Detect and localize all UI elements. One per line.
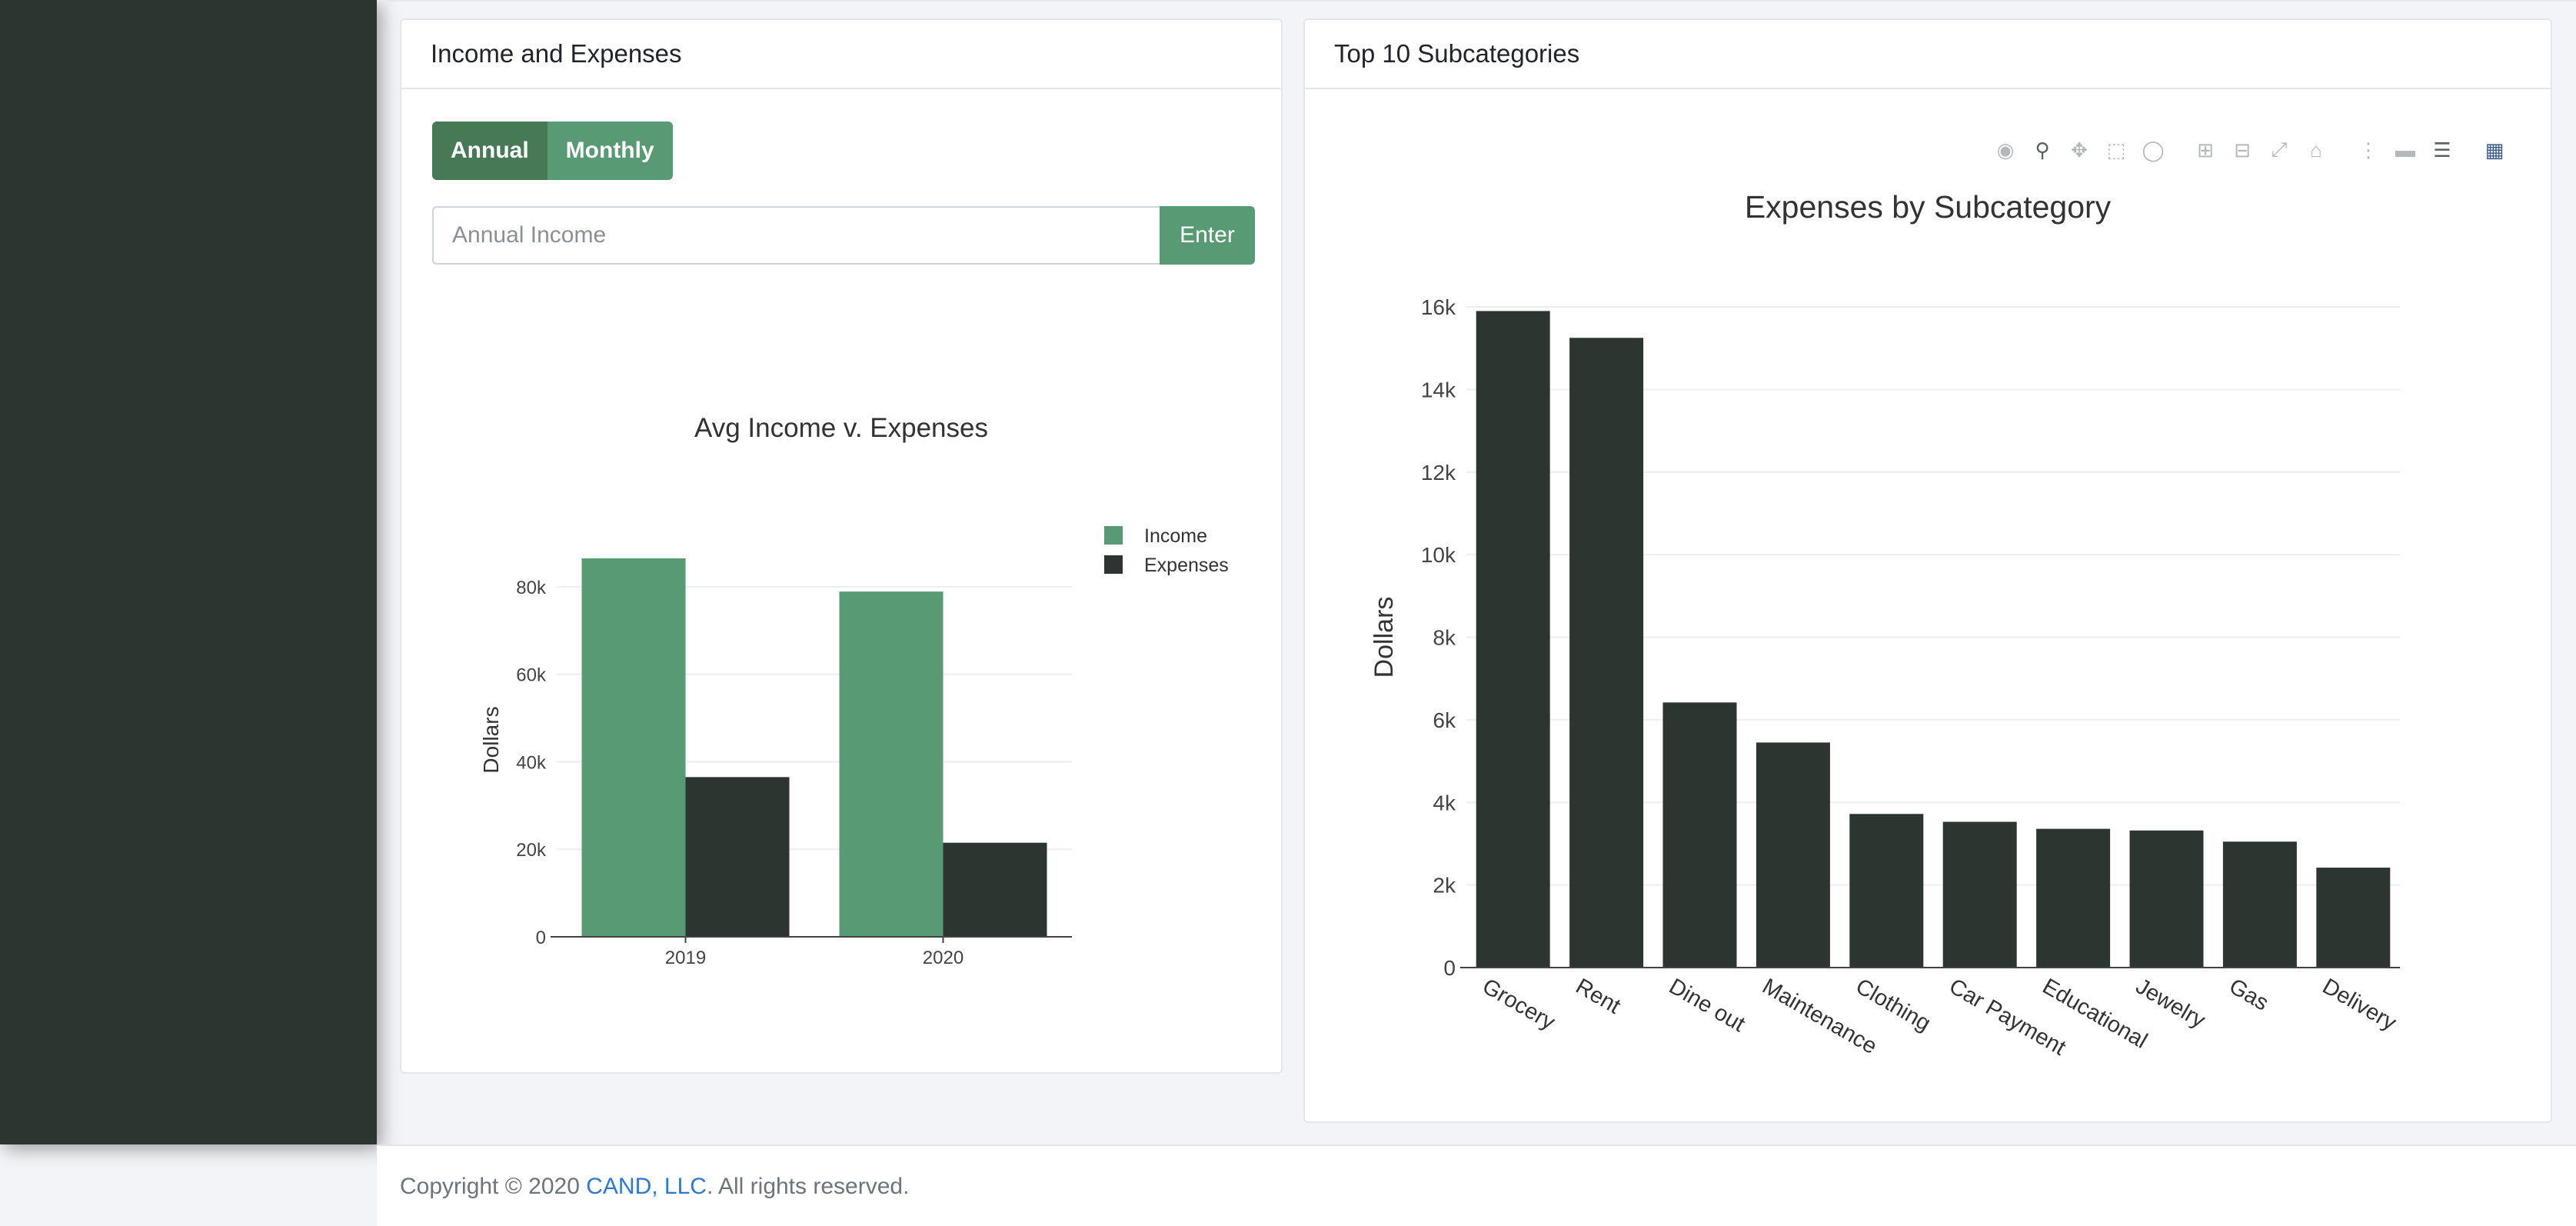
- hover-closest-icon[interactable]: ▬: [2391, 135, 2420, 165]
- income-expenses-card: Income and Expenses Annual Monthly Enter…: [400, 18, 1283, 1074]
- bar-subcategory: [2222, 841, 2297, 968]
- period-toggle: Annual Monthly: [432, 122, 673, 180]
- income-input-group: Enter: [432, 206, 1255, 265]
- y-tick-label: 4k: [1433, 791, 1456, 815]
- bar-subcategory: [2316, 868, 2391, 968]
- camera-icon[interactable]: ◉: [1991, 135, 2020, 165]
- company-link[interactable]: CAND, LLC: [586, 1174, 707, 1199]
- x-tick-label: Gas: [2225, 974, 2272, 1015]
- bar-subcategory: [2036, 828, 2111, 968]
- bar-subcategory: [1569, 338, 1644, 968]
- x-tick-label: Grocery: [1478, 974, 1559, 1035]
- modebar-gap: [2465, 135, 2472, 165]
- hover-compare-icon[interactable]: ☰: [2428, 135, 2457, 165]
- y-tick-label: 8k: [1433, 626, 1456, 650]
- enter-button[interactable]: Enter: [1160, 206, 1255, 265]
- x-tick-label: Rent: [1572, 974, 1625, 1018]
- y-tick-label: 16k: [1421, 295, 1456, 319]
- top-subcategories-card: Top 10 Subcategories ◉ ⚲ ✥ ⬚ ◯ ⊞ ⊟ ⤢ ⌂ ⋮…: [1303, 18, 2552, 1123]
- x-tick-label: Jewelry: [2132, 974, 2210, 1033]
- y-tick-label: 12k: [1421, 461, 1456, 485]
- zoom-icon[interactable]: ⚲: [2028, 135, 2057, 165]
- legend-swatch: [1104, 526, 1123, 545]
- chart-title: Expenses by Subcategory: [1745, 189, 2112, 225]
- y-tick-label: 2k: [1433, 874, 1456, 898]
- box-select-icon[interactable]: ⬚: [2102, 135, 2131, 165]
- copyright-suffix: . All rights reserved.: [706, 1174, 910, 1199]
- y-tick-label: 40k: [516, 752, 547, 773]
- chart-title: Avg Income v. Expenses: [694, 413, 988, 443]
- sidebar: [0, 0, 377, 1144]
- bar-subcategory: [1756, 742, 1830, 968]
- top-divider: [377, 0, 2576, 2]
- plotly-logo-icon[interactable]: ▦: [2480, 135, 2509, 165]
- modebar-gap: [2338, 135, 2346, 165]
- copyright-prefix: Copyright © 2020: [400, 1174, 587, 1199]
- y-tick-label: 60k: [516, 665, 547, 686]
- y-tick-label: 0: [1443, 956, 1456, 980]
- x-tick-label: 2019: [665, 948, 706, 968]
- copyright-text: Copyright © 2020 CAND, LLC. All rights r…: [400, 1174, 909, 1200]
- bar-subcategory: [2129, 830, 2204, 968]
- spike-lines-icon[interactable]: ⋮: [2354, 135, 2383, 165]
- footer: Copyright © 2020 CAND, LLC. All rights r…: [377, 1146, 2576, 1226]
- bar-income: [839, 591, 944, 937]
- annual-income-input[interactable]: [432, 206, 1160, 265]
- autoscale-icon[interactable]: ⤢: [2265, 135, 2294, 165]
- x-tick-label: Dine out: [1665, 974, 1749, 1037]
- y-tick-label: 14k: [1421, 378, 1456, 401]
- bar-expenses: [685, 777, 790, 937]
- bar-subcategory: [1476, 311, 1550, 968]
- bar-expenses: [943, 842, 1047, 937]
- y-tick-label: 80k: [516, 578, 547, 598]
- y-tick-label: 20k: [516, 840, 547, 861]
- expenses-by-subcategory-chart: Expenses by Subcategory 0 2k 4k 6k 8k 10k 12k 14…: [1370, 189, 2401, 1061]
- modebar-gap: [2175, 135, 2183, 165]
- bar-subcategory: [1849, 814, 1924, 968]
- reset-axes-icon[interactable]: ⌂: [2301, 135, 2331, 165]
- chart-modebar: ◉ ⚲ ✥ ⬚ ◯ ⊞ ⊟ ⤢ ⌂ ⋮ ▬ ☰ ▦: [1991, 135, 2509, 165]
- top-subcategories-card-title: Top 10 Subcategories: [1305, 20, 2551, 89]
- y-axis-label: Dollars: [1370, 597, 1399, 678]
- monthly-button[interactable]: Monthly: [547, 122, 673, 180]
- pan-icon[interactable]: ✥: [2065, 135, 2094, 165]
- y-tick-label: 10k: [1421, 543, 1456, 567]
- x-tick-label: 2020: [923, 948, 964, 968]
- x-tick-label: Delivery: [2318, 974, 2401, 1035]
- legend-label: Income: [1144, 525, 1207, 547]
- legend-swatch: [1104, 555, 1123, 574]
- bar-income: [581, 558, 686, 937]
- zoom-in-icon[interactable]: ⊞: [2191, 135, 2220, 165]
- y-tick-label: 0: [536, 928, 546, 948]
- bar-subcategory: [1942, 821, 2017, 968]
- y-axis-label: Dollars: [479, 706, 503, 773]
- annual-button[interactable]: Annual: [432, 122, 547, 180]
- zoom-out-icon[interactable]: ⊟: [2228, 135, 2257, 165]
- avg-income-expenses-chart: Avg Income v. Expenses 0 20k 40k 60k 80k 2019 2…: [479, 413, 1229, 968]
- bar-subcategory: [1662, 702, 1737, 968]
- lasso-icon[interactable]: ◯: [2138, 135, 2168, 165]
- y-tick-label: 6k: [1433, 708, 1456, 732]
- income-expenses-card-title: Income and Expenses: [401, 20, 1281, 89]
- x-tick-label: Clothing: [1852, 974, 1935, 1036]
- legend-label: Expenses: [1144, 555, 1229, 576]
